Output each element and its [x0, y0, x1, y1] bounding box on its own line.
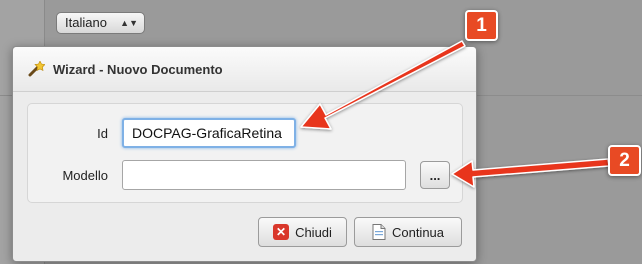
- magic-wand-icon: [27, 60, 46, 77]
- continue-button[interactable]: Continua: [354, 217, 462, 247]
- callout-badge-1-label: 1: [476, 15, 487, 36]
- browse-button[interactable]: ...: [420, 161, 450, 189]
- continue-button-label: Continua: [391, 224, 445, 240]
- close-button-label: Chiudi: [295, 224, 332, 240]
- language-select[interactable]: Italiano ▲▼: [56, 12, 145, 34]
- document-icon: [372, 224, 386, 240]
- modello-label: Modello: [62, 168, 108, 183]
- dialog-title: Wizard - Nuovo Documento: [53, 62, 223, 77]
- modello-field[interactable]: [122, 160, 406, 190]
- wizard-dialog: Wizard - Nuovo Documento Id Modello ... …: [12, 46, 477, 262]
- language-select-value: Italiano: [65, 15, 107, 30]
- id-field[interactable]: [122, 118, 296, 148]
- browse-button-label: ...: [429, 167, 441, 183]
- callout-badge-1: 1: [465, 10, 498, 41]
- callout-badge-2-label: 2: [619, 150, 630, 171]
- form-panel: Id Modello ...: [27, 103, 463, 203]
- callout-badge-2: 2: [608, 145, 641, 176]
- close-button[interactable]: ✕ Chiudi: [258, 217, 347, 247]
- dialog-titlebar: Wizard - Nuovo Documento: [13, 47, 476, 92]
- chevron-updown-icon: ▲▼: [120, 18, 138, 28]
- id-label: Id: [97, 126, 108, 141]
- close-icon: ✕: [273, 224, 290, 240]
